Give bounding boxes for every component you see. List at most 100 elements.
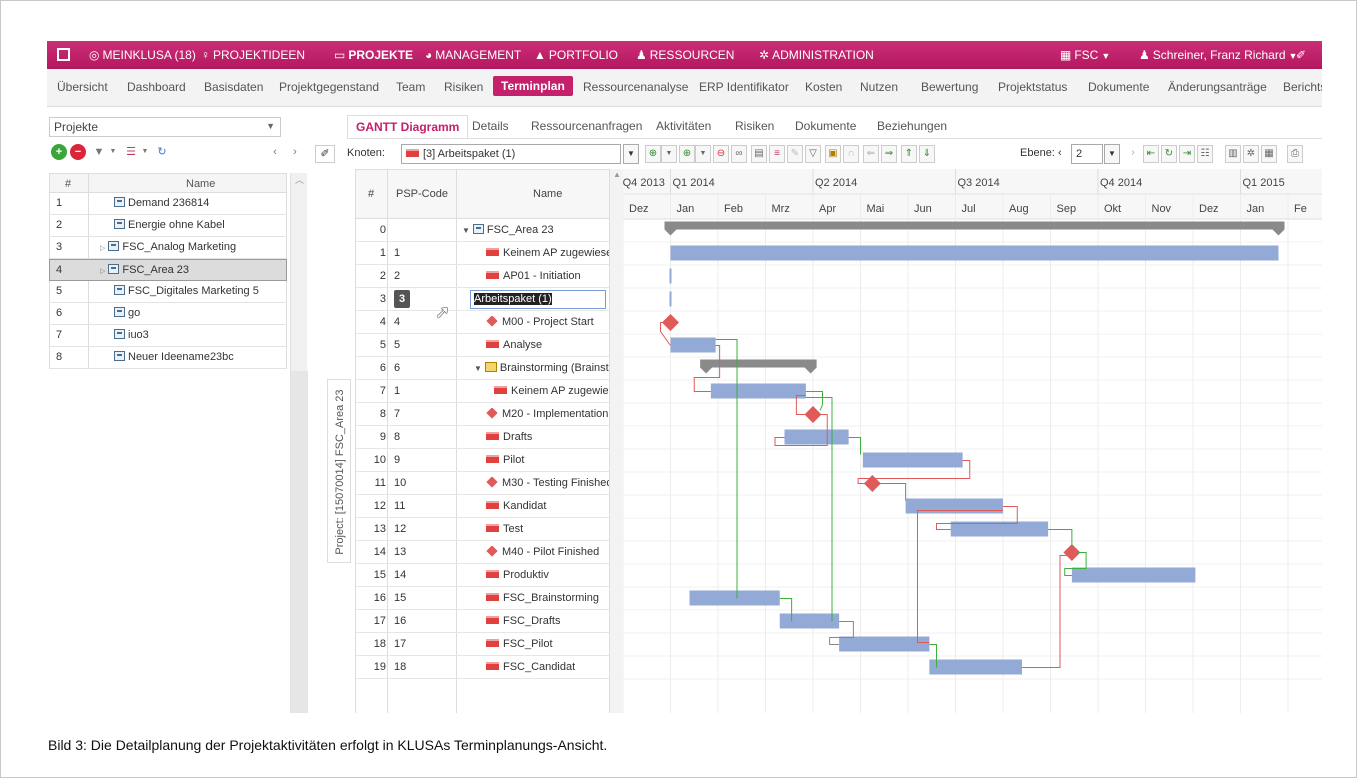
- nav-management[interactable]: ◕ MANAGEMENT: [425, 41, 521, 69]
- task-row[interactable]: 2 2 AP01 - Initiation: [356, 265, 609, 288]
- expand-all-icon[interactable]: ⇤: [1143, 145, 1159, 163]
- chevron-right-icon[interactable]: ›: [1125, 145, 1141, 163]
- add-node-icon[interactable]: ⊕: [645, 145, 661, 163]
- collapse-panel-button[interactable]: ✐: [315, 145, 335, 163]
- task-row[interactable]: 0 ▼ FSC_Area 23: [356, 219, 609, 242]
- gantt-task-bar[interactable]: [905, 498, 1003, 514]
- subnav-berichts[interactable]: Berichts: [1283, 80, 1322, 94]
- expand-icon[interactable]: ▷: [100, 268, 105, 275]
- link-icon[interactable]: ∞: [731, 145, 747, 163]
- org-switcher[interactable]: ▦ FSC ▼: [1060, 41, 1110, 69]
- chevron-down-icon[interactable]: ▼: [137, 144, 153, 160]
- gantt-task-bar[interactable]: [689, 590, 780, 606]
- save-icon[interactable]: ▦: [1261, 145, 1277, 163]
- chevron-down-icon[interactable]: ▼: [623, 144, 639, 164]
- task-row[interactable]: 19 18 FSC_Candidat: [356, 656, 609, 679]
- collapse-all-icon[interactable]: ⇥: [1179, 145, 1195, 163]
- filter-icon[interactable]: ▽: [805, 145, 821, 163]
- column-header-psp[interactable]: PSP-Code: [396, 188, 448, 200]
- tab-ressourcenanfragen[interactable]: Ressourcenanfragen: [531, 119, 642, 133]
- task-row[interactable]: 71 Keinem AP zugewiesen: [356, 380, 609, 403]
- refresh-icon[interactable]: ↻: [154, 144, 170, 160]
- subnav-terminplan[interactable]: Terminplan: [493, 76, 573, 96]
- chevron-down-icon[interactable]: ▼: [661, 145, 677, 163]
- delete-node-icon[interactable]: ⊖: [713, 145, 729, 163]
- magnet-icon[interactable]: ∩: [843, 145, 859, 163]
- gantt-task-bar[interactable]: [839, 636, 930, 652]
- gantt-task-bar[interactable]: [779, 613, 840, 629]
- project-list-row[interactable]: 8 Neuer Ideename23bc: [49, 347, 287, 369]
- task-name-input[interactable]: Arbeitspaket (1): [470, 290, 606, 309]
- collapse-icon[interactable]: ▼: [474, 364, 482, 373]
- tab-gantt-diagramm[interactable]: GANTT Diagramm: [347, 115, 469, 139]
- column-header-name[interactable]: Name: [186, 178, 215, 190]
- add-child-icon[interactable]: ⊕: [679, 145, 695, 163]
- print-icon[interactable]: ⎙: [1287, 145, 1303, 163]
- gantt-task-bar[interactable]: [1071, 567, 1196, 583]
- nav-portfolio[interactable]: ▲ PORTFOLIO: [534, 41, 618, 69]
- list-icon[interactable]: ☷: [1197, 145, 1213, 163]
- subnav-projektgegenstand[interactable]: Projektgegenstand: [279, 80, 379, 94]
- tab-aktivitaeten[interactable]: Aktivitäten: [656, 119, 711, 133]
- tab-details[interactable]: Details: [472, 119, 509, 133]
- add-icon[interactable]: +: [51, 144, 67, 160]
- task-row[interactable]: 1 1 Keinem AP zugewiesen: [356, 242, 609, 265]
- column-header-number[interactable]: #: [65, 178, 71, 190]
- gantt-summary-bar[interactable]: [700, 359, 817, 368]
- task-row[interactable]: 5 5 Analyse: [356, 334, 609, 357]
- sort-icon[interactable]: ≡: [769, 145, 785, 163]
- collapse-icon[interactable]: ▼: [462, 226, 470, 235]
- gantt-task-bar[interactable]: [710, 383, 806, 399]
- expand-icon[interactable]: ▷: [100, 245, 105, 252]
- project-list-scrollbar[interactable]: ︿: [290, 173, 308, 713]
- task-row[interactable]: 18 17 FSC_Pilot: [356, 633, 609, 656]
- gantt-summary-bar[interactable]: [664, 221, 1285, 230]
- column-header-number[interactable]: #: [368, 188, 374, 200]
- subnav-dokumente[interactable]: Dokumente: [1088, 80, 1149, 94]
- project-list-row[interactable]: 6 go: [49, 303, 287, 325]
- column-header-name[interactable]: Name: [533, 188, 562, 200]
- gantt-task-bar[interactable]: [670, 245, 1279, 261]
- task-row[interactable]: 10 9 Pilot: [356, 449, 609, 472]
- task-row[interactable]: 15 14 Produktiv: [356, 564, 609, 587]
- project-list-row[interactable]: 7 iuo3: [49, 325, 287, 347]
- task-row[interactable]: 9 8 Drafts: [356, 426, 609, 449]
- chevron-down-icon[interactable]: ▼: [1104, 144, 1120, 164]
- gantt-task-bar[interactable]: [784, 429, 849, 445]
- task-row[interactable]: 4 4 M00 - Project Start: [356, 311, 609, 334]
- subnav-ressourcenanalyse[interactable]: Ressourcenanalyse: [583, 80, 688, 94]
- export-icon[interactable]: ▥: [1225, 145, 1241, 163]
- expand-level-icon[interactable]: ↻: [1161, 145, 1177, 163]
- app-logo[interactable]: [57, 41, 70, 69]
- scrollbar-thumb[interactable]: [291, 371, 308, 713]
- pin-button[interactable]: ✐: [1296, 41, 1306, 69]
- nav-meinklusa[interactable]: ◎ MEINKLUSA (18): [89, 41, 196, 69]
- project-list-row[interactable]: 1 Demand 236814: [49, 193, 287, 215]
- chevron-left-icon[interactable]: ‹: [267, 144, 283, 160]
- indent-icon[interactable]: ⇒: [881, 145, 897, 163]
- task-row[interactable]: 13 12 Test: [356, 518, 609, 541]
- ebene-select[interactable]: 2: [1071, 144, 1103, 164]
- subnav-basisdaten[interactable]: Basisdaten: [204, 80, 263, 94]
- gantt-task-bar[interactable]: [929, 659, 1022, 675]
- chevron-down-icon[interactable]: ▼: [695, 145, 711, 163]
- task-row[interactable]: 11 10 M30 - Testing Finished: [356, 472, 609, 495]
- nav-projekte[interactable]: ▭ PROJEKTE: [334, 41, 413, 69]
- task-row[interactable]: 16 15 FSC_Brainstorming: [356, 587, 609, 610]
- edit-icon[interactable]: ✎: [787, 145, 803, 163]
- tab-beziehungen[interactable]: Beziehungen: [877, 119, 947, 133]
- scroll-up-icon[interactable]: ︿: [295, 173, 304, 186]
- table-icon[interactable]: ▤: [751, 145, 767, 163]
- gantt-task-bar[interactable]: [862, 452, 963, 468]
- task-row[interactable]: 17 16 FSC_Drafts: [356, 610, 609, 633]
- remove-icon[interactable]: −: [70, 144, 86, 160]
- subnav-erp-identifikator[interactable]: ERP Identifikator: [699, 80, 789, 94]
- gantt-task-bar[interactable]: [670, 337, 716, 353]
- chevron-right-icon[interactable]: ›: [287, 144, 303, 160]
- project-type-select[interactable]: Projekte ▼: [49, 117, 281, 137]
- subnav-nutzen[interactable]: Nutzen: [860, 80, 898, 94]
- project-list-row[interactable]: 4 ▷ FSC_Area 23: [49, 259, 287, 281]
- gantt-milestone[interactable]: [662, 314, 679, 331]
- task-row[interactable]: 3 3 Arbeitspaket (1): [356, 288, 609, 311]
- move-up-icon[interactable]: ⇑: [901, 145, 917, 163]
